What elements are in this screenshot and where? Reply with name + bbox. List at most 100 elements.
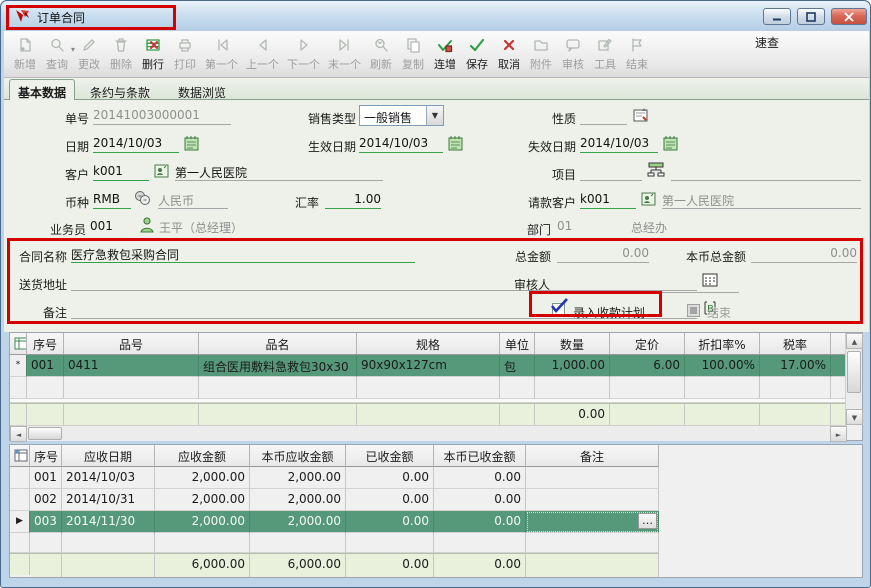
quick-search-input[interactable] [755, 63, 861, 79]
items-cell[interactable] [199, 377, 357, 399]
items-cell[interactable] [500, 377, 535, 399]
calendar-icon[interactable] [447, 134, 465, 152]
payment-grid-row[interactable]: 0022014/10/312,000.002,000.000.000.00 [10, 489, 862, 511]
payment-cell[interactable]: 001 [30, 467, 62, 489]
payment-cell[interactable]: 0.00 [346, 489, 434, 511]
items-cell[interactable]: 1,000.00 [535, 355, 610, 377]
payment-cell[interactable]: 2,000.00 [250, 511, 346, 533]
select-all-icon[interactable] [10, 333, 27, 355]
vertical-scrollbar[interactable]: ▲▼ [845, 333, 862, 425]
restore-button[interactable] [797, 8, 825, 25]
calendar-icon[interactable] [183, 134, 201, 152]
scroll-right-icon[interactable]: ► [830, 426, 847, 442]
payment-grid-row[interactable]: 0012014/10/032,000.002,000.000.000.00 [10, 467, 862, 489]
scroll-down-icon[interactable]: ▼ [846, 409, 863, 425]
items-cell[interactable]: 100.00% [685, 355, 760, 377]
items-cell[interactable] [685, 377, 760, 399]
tab-basic-data[interactable]: 基本数据 [9, 79, 75, 100]
project-code-field[interactable] [580, 162, 642, 181]
customer-name-field[interactable]: 第一人民医院 [175, 162, 383, 181]
toolbar-button-check-plus[interactable]: 连增 [430, 33, 460, 72]
payment-cell[interactable]: 0.00 [346, 511, 434, 533]
payment-cell[interactable] [30, 533, 62, 553]
items-cell[interactable] [610, 377, 685, 399]
payment-cell[interactable]: 2014/10/03 [62, 467, 155, 489]
items-cell[interactable] [357, 377, 500, 399]
payment-cell[interactable]: 0.00 [434, 489, 526, 511]
items-grid-empty-row[interactable] [10, 377, 847, 399]
coins-icon[interactable] [134, 189, 152, 207]
toolbar-button-save-check[interactable]: 保存 [462, 33, 492, 72]
payment-cell[interactable] [250, 533, 346, 553]
scrollbar-thumb[interactable] [847, 351, 861, 393]
payment-cell[interactable]: 2,000.00 [250, 489, 346, 511]
nature-field[interactable] [580, 106, 627, 125]
items-cell[interactable]: 001 [27, 355, 64, 377]
payment-cell[interactable]: 003 [30, 511, 62, 533]
sales-type-select[interactable]: 一般销售 ▼ [359, 105, 444, 126]
date-field[interactable]: 2014/10/03 [93, 134, 179, 153]
date-label: 日期 [31, 138, 89, 154]
payment-cell[interactable]: 2,000.00 [155, 511, 250, 533]
contract-name-field[interactable]: 医疗急救包采购合同 [71, 244, 415, 263]
toolbar-button-cancel-x[interactable]: 取消 [494, 33, 524, 72]
currency-code-field[interactable]: RMB [93, 190, 131, 209]
payment-grid-row[interactable]: ▶0032014/11/302,000.002,000.000.000.00… [10, 511, 862, 533]
items-cell[interactable]: 组合医用敷料急救包30x30 [199, 355, 357, 377]
close-button[interactable] [831, 8, 867, 25]
items-cell[interactable] [535, 377, 610, 399]
scroll-left-icon[interactable]: ◄ [10, 426, 27, 442]
items-cell[interactable]: 17.00% [760, 355, 831, 377]
project-name-field[interactable] [671, 162, 861, 181]
toolbar-button-delete-row[interactable]: 删行 [138, 33, 168, 72]
items-cell[interactable] [27, 377, 64, 399]
contact-card-icon[interactable] [153, 162, 171, 180]
payment-cell[interactable] [155, 533, 250, 553]
payment-cell[interactable]: … [526, 511, 659, 533]
order-no-field[interactable]: 20141003000001 [93, 106, 231, 125]
calendar-icon[interactable] [662, 134, 680, 152]
minimize-button[interactable] [763, 8, 791, 25]
toolbar-button-label: 取消 [498, 56, 520, 72]
items-cell[interactable]: 6.00 [610, 355, 685, 377]
effective-date-field[interactable]: 2014/10/03 [359, 134, 443, 153]
tab-data-browse[interactable]: 数据浏览 [170, 82, 234, 100]
payment-grid-empty-row[interactable] [10, 533, 862, 553]
payment-cell[interactable]: 2,000.00 [250, 467, 346, 489]
tab-terms[interactable]: 条约与条款 [82, 82, 158, 100]
payment-cell[interactable]: 2,000.00 [155, 467, 250, 489]
items-cell[interactable] [64, 377, 199, 399]
payment-cell[interactable] [526, 533, 659, 553]
payment-cell[interactable]: 2,000.00 [155, 489, 250, 511]
billing-customer-code-field[interactable]: k001 [580, 190, 636, 209]
items-cell[interactable]: 0411 [64, 355, 199, 377]
customer-code-field[interactable]: k001 [93, 162, 149, 181]
items-grid-row[interactable]: *0010411组合医用敷料急救包30x3090x90x127cm包1,000.… [10, 355, 847, 377]
org-icon[interactable] [646, 160, 664, 178]
toolbar-button-label: 下一个 [287, 56, 320, 72]
payment-cell[interactable]: 2014/10/31 [62, 489, 155, 511]
payment-cell[interactable]: 0.00 [346, 467, 434, 489]
items-cell[interactable] [760, 377, 831, 399]
items-cell[interactable]: 包 [500, 355, 535, 377]
payment-cell[interactable]: 0.00 [434, 467, 526, 489]
payment-cell[interactable] [62, 533, 155, 553]
exchange-rate-field[interactable]: 1.00 [325, 190, 381, 209]
ellipsis-button[interactable]: … [638, 513, 657, 529]
payment-cell[interactable] [526, 467, 659, 489]
payment-cell[interactable]: 0.00 [434, 511, 526, 533]
contact-card-icon[interactable] [640, 190, 658, 208]
payment-cell[interactable]: 2014/11/30 [62, 511, 155, 533]
expiry-date-field[interactable]: 2014/10/03 [580, 134, 658, 153]
items-cell[interactable]: 90x90x127cm [357, 355, 500, 377]
payment-cell[interactable] [526, 489, 659, 511]
note-icon[interactable] [632, 106, 650, 124]
scroll-up-icon[interactable]: ▲ [846, 333, 863, 349]
payment-cell[interactable] [434, 533, 526, 553]
scrollbar-thumb[interactable] [28, 427, 62, 440]
select-all-icon[interactable] [10, 445, 30, 467]
horizontal-scrollbar[interactable]: ◄► [10, 425, 847, 441]
chevron-down-icon[interactable]: ▼ [426, 106, 443, 125]
payment-cell[interactable]: 002 [30, 489, 62, 511]
payment-cell[interactable] [346, 533, 434, 553]
